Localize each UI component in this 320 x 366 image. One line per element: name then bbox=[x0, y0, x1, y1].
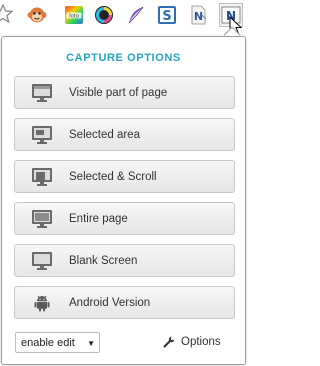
svg-text:S: S bbox=[162, 9, 171, 24]
visible-part-label: Visible part of page bbox=[69, 86, 168, 99]
selected-scroll-label: Selected & Scroll bbox=[69, 170, 157, 183]
blank-screen-label: Blank Screen bbox=[69, 254, 138, 267]
monitor-scroll-icon bbox=[31, 167, 53, 187]
monitor-visible-icon bbox=[31, 83, 53, 103]
android-version-label: Android Version bbox=[69, 296, 151, 309]
star-icon[interactable] bbox=[0, 4, 13, 24]
android-icon bbox=[31, 293, 53, 313]
selected-area-label: Selected area bbox=[69, 128, 140, 141]
n-doc-icon[interactable]: N bbox=[188, 5, 208, 25]
android-version-button[interactable]: Android Version bbox=[14, 286, 235, 319]
dropdown-arrow-icon: ▼ bbox=[87, 339, 95, 348]
svg-text:N: N bbox=[194, 10, 203, 23]
popup-title: CAPTURE OPTIONS bbox=[66, 52, 181, 64]
fotor-icon[interactable]: foto bbox=[64, 5, 84, 25]
visible-part-button[interactable]: Visible part of page bbox=[14, 76, 235, 109]
entire-page-button[interactable]: Entire page bbox=[14, 202, 235, 235]
monitor-blank-icon bbox=[31, 251, 53, 271]
wrench-icon bbox=[163, 336, 175, 348]
capture-options-popup: CAPTURE OPTIONS Visible part of page Sel… bbox=[1, 36, 246, 365]
edit-mode-select[interactable]: enable edit ▼ bbox=[15, 332, 100, 353]
blank-screen-button[interactable]: Blank Screen bbox=[14, 244, 235, 277]
monkey-icon[interactable] bbox=[27, 5, 47, 25]
selected-scroll-button[interactable]: Selected & Scroll bbox=[14, 160, 235, 193]
options-link[interactable]: Options bbox=[163, 333, 221, 351]
edit-mode-value: enable edit bbox=[21, 336, 75, 349]
s-box-icon[interactable]: S bbox=[157, 5, 177, 25]
feather-icon[interactable] bbox=[126, 5, 146, 25]
options-label: Options bbox=[181, 336, 221, 348]
monitor-entire-icon bbox=[31, 209, 53, 229]
entire-page-label: Entire page bbox=[69, 212, 128, 225]
monitor-selected-icon bbox=[31, 125, 53, 145]
color-ring-icon[interactable] bbox=[94, 5, 114, 25]
svg-text:foto: foto bbox=[69, 14, 79, 20]
browser-toolbar: foto S N N bbox=[0, 0, 247, 36]
selected-area-button[interactable]: Selected area bbox=[14, 118, 235, 151]
